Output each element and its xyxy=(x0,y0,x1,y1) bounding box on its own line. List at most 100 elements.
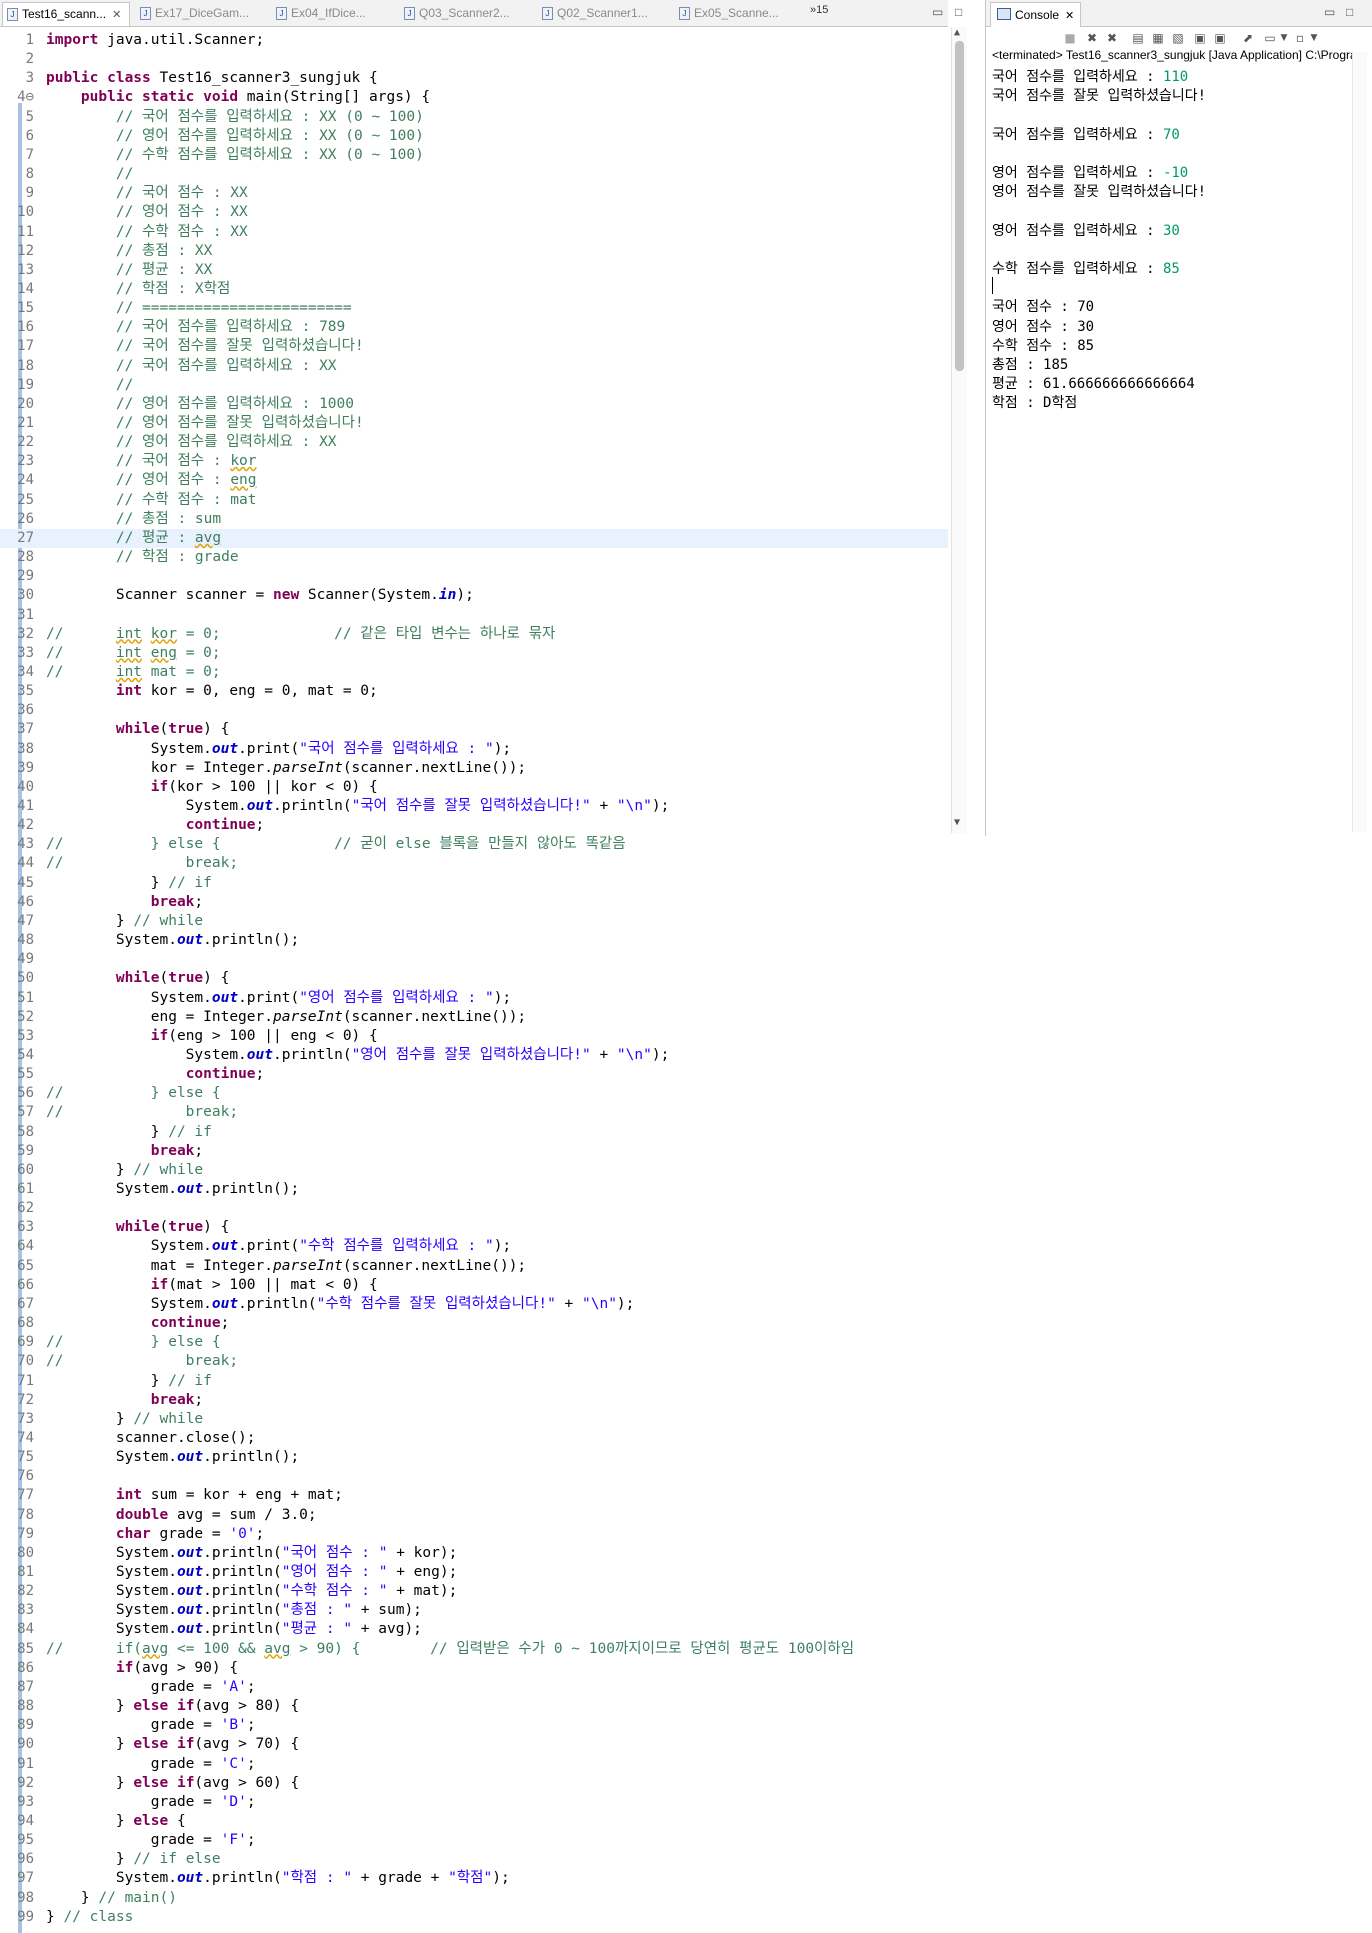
code-line[interactable]: 90 } else if(avg > 70) { xyxy=(0,1735,948,1754)
code-line[interactable]: 61 System.out.println(); xyxy=(0,1180,948,1199)
chevron-down-icon[interactable]: ▼ xyxy=(1306,30,1322,46)
code-line[interactable]: 89 grade = 'B'; xyxy=(0,1716,948,1735)
code-line[interactable]: 97 System.out.println("학점 : " + grade + … xyxy=(0,1869,948,1888)
code-line[interactable]: 22 // 영어 점수를 입력하세요 : XX xyxy=(0,433,948,452)
code-line[interactable]: 95 grade = 'F'; xyxy=(0,1831,948,1850)
scrollbar-thumb[interactable] xyxy=(955,41,964,371)
code-line[interactable]: 80 System.out.println("국어 점수 : " + kor); xyxy=(0,1544,948,1563)
code-line[interactable]: 83 System.out.println("총점 : " + sum); xyxy=(0,1601,948,1620)
code-line[interactable]: 50 while(true) { xyxy=(0,969,948,988)
code-line[interactable]: 74 scanner.close(); xyxy=(0,1429,948,1448)
scroll-lock-icon[interactable]: ▦ xyxy=(1150,30,1166,46)
code-line[interactable]: 2 xyxy=(0,50,948,69)
code-line[interactable]: 59 break; xyxy=(0,1142,948,1161)
code-line[interactable]: 56 // } else { xyxy=(0,1084,948,1103)
code-line[interactable]: 24 // 영어 점수 : eng xyxy=(0,471,948,490)
code-line[interactable]: 13 // 평균 : XX xyxy=(0,261,948,280)
editor-tab-4[interactable]: J Q02_Scanner1... xyxy=(538,2,666,24)
code-line[interactable]: 7 // 수학 점수를 입력하세요 : XX (0 ~ 100) xyxy=(0,146,948,165)
show-on-stdout-icon[interactable]: ▣ xyxy=(1192,30,1208,46)
code-line[interactable]: 57 // break; xyxy=(0,1103,948,1122)
code-line[interactable]: 68 continue; xyxy=(0,1314,948,1333)
code-line[interactable]: 92 } else if(avg > 60) { xyxy=(0,1774,948,1793)
scroll-down-icon[interactable]: ▼ xyxy=(954,817,960,828)
tab-overflow-button[interactable]: »15 xyxy=(810,4,828,16)
code-line[interactable]: 86 if(avg > 90) { xyxy=(0,1659,948,1678)
editor-tab-1[interactable]: J Ex17_DiceGam... xyxy=(136,2,254,24)
code-line[interactable]: 81 System.out.println("영어 점수 : " + eng); xyxy=(0,1563,948,1582)
code-line[interactable]: 15 // ======================== xyxy=(0,299,948,318)
close-icon[interactable]: ✕ xyxy=(1065,10,1074,22)
code-line[interactable]: 94 } else { xyxy=(0,1812,948,1831)
show-on-stderr-icon[interactable]: ▣ xyxy=(1212,30,1228,46)
code-line[interactable]: 35 int kor = 0, eng = 0, mat = 0; xyxy=(0,682,948,701)
word-wrap-icon[interactable]: ▧ xyxy=(1170,30,1186,46)
code-line[interactable]: 72 break; xyxy=(0,1391,948,1410)
code-line[interactable]: 70 // break; xyxy=(0,1352,948,1371)
editor-tab-2[interactable]: J Ex04_IfDice... xyxy=(272,2,390,24)
code-line[interactable]: 41 System.out.println("국어 점수를 잘못 입력하셨습니다… xyxy=(0,797,948,816)
code-line[interactable]: 44 // break; xyxy=(0,854,948,873)
code-line[interactable]: 88 } else if(avg > 80) { xyxy=(0,1697,948,1716)
code-line[interactable]: 42 continue; xyxy=(0,816,948,835)
scroll-up-icon[interactable]: ▲ xyxy=(954,27,960,38)
code-line[interactable]: 67 System.out.println("수학 점수를 잘못 입력하셨습니다… xyxy=(0,1295,948,1314)
code-line[interactable]: 84 System.out.println("평균 : " + avg); xyxy=(0,1620,948,1639)
console-view[interactable]: Console ✕ ▭ □ ■ ✖ ✖ ▤ ▦ ▧ ▣ ▣ ⬈ ▭ ▼ ▫ ▼ <… xyxy=(985,0,1372,836)
code-line[interactable]: 10 // 영어 점수 : XX xyxy=(0,203,948,222)
code-line[interactable]: 40 if(kor > 100 || kor < 0) { xyxy=(0,778,948,797)
code-line[interactable]: 26 // 총점 : sum xyxy=(0,510,948,529)
code-line[interactable]: 96 } // if else xyxy=(0,1850,948,1869)
code-line[interactable]: 3 public class Test16_scanner3_sungjuk { xyxy=(0,69,948,88)
code-line[interactable]: 38 System.out.print("국어 점수를 입력하세요 : "); xyxy=(0,740,948,759)
code-line[interactable]: 55 continue; xyxy=(0,1065,948,1084)
code-line[interactable]: 46 break; xyxy=(0,893,948,912)
code-line[interactable]: 31 xyxy=(0,606,948,625)
code-line[interactable]: 63 while(true) { xyxy=(0,1218,948,1237)
editor-tab-0[interactable]: J Test16_scann... ✕ xyxy=(2,2,130,26)
code-line[interactable]: 51 System.out.print("영어 점수를 입력하세요 : "); xyxy=(0,989,948,1008)
code-line[interactable]: 60 } // while xyxy=(0,1161,948,1180)
code-line[interactable]: 1 import java.util.Scanner; xyxy=(0,31,948,50)
code-line[interactable]: 20 // 영어 점수를 입력하세요 : 1000 xyxy=(0,395,948,414)
code-line[interactable]: 87 grade = 'A'; xyxy=(0,1678,948,1697)
code-line[interactable]: 62 xyxy=(0,1199,948,1218)
code-line[interactable]: 78 double avg = sum / 3.0; xyxy=(0,1506,948,1525)
code-line[interactable]: 30 Scanner scanner = new Scanner(System.… xyxy=(0,586,948,605)
chevron-down-icon[interactable]: ▼ xyxy=(1276,30,1292,46)
code-line[interactable]: 37 while(true) { xyxy=(0,720,948,739)
code-line[interactable]: 76 xyxy=(0,1467,948,1486)
editor-vertical-scrollbar[interactable]: ▲ ▼ xyxy=(951,27,967,833)
maximize-icon[interactable]: □ xyxy=(955,5,962,19)
code-line[interactable]: 47 } // while xyxy=(0,912,948,931)
code-line[interactable]: 98 } // main() xyxy=(0,1889,948,1908)
code-line[interactable]: 79 char grade = '0'; xyxy=(0,1525,948,1544)
code-line[interactable]: 11 // 수학 점수 : XX xyxy=(0,223,948,242)
code-line[interactable]: 69 // } else { xyxy=(0,1333,948,1352)
code-line[interactable]: 75 System.out.println(); xyxy=(0,1448,948,1467)
code-line[interactable]: 91 grade = 'C'; xyxy=(0,1755,948,1774)
code-line[interactable]: 19 // xyxy=(0,376,948,395)
code-line[interactable]: 43 // } else { // 굳이 else 블록을 만들지 않아도 똑같음 xyxy=(0,835,948,854)
code-line[interactable]: 71 } // if xyxy=(0,1372,948,1391)
code-line[interactable]: 99} // class xyxy=(0,1908,948,1927)
code-line[interactable]: 39 kor = Integer.parseInt(scanner.nextLi… xyxy=(0,759,948,778)
minimize-icon[interactable]: ▭ xyxy=(932,5,943,19)
code-line[interactable]: 28 // 학점 : grade xyxy=(0,548,948,567)
code-line[interactable]: 9 // 국어 점수 : XX xyxy=(0,184,948,203)
code-line[interactable]: 23 // 국어 점수 : kor xyxy=(0,452,948,471)
code-line[interactable]: 27 // 평균 : avg xyxy=(0,528,948,548)
code-line[interactable]: 8 // xyxy=(0,165,948,184)
code-line[interactable]: 33 // int eng = 0; xyxy=(0,644,948,663)
code-line[interactable]: 93 grade = 'D'; xyxy=(0,1793,948,1812)
code-line[interactable]: 54 System.out.println("영어 점수를 잘못 입력하셨습니다… xyxy=(0,1046,948,1065)
code-area[interactable]: 1 import java.util.Scanner; 2 3 public class… xyxy=(0,27,948,1933)
code-line[interactable]: 5 // 국어 점수를 입력하세요 : XX (0 ~ 100) xyxy=(0,108,948,127)
code-line[interactable]: 82 System.out.println("수학 점수 : " + mat); xyxy=(0,1582,948,1601)
code-line[interactable]: 12 // 총점 : XX xyxy=(0,242,948,261)
console-vertical-scrollbar[interactable] xyxy=(1352,52,1367,832)
code-line[interactable]: 65 mat = Integer.parseInt(scanner.nextLi… xyxy=(0,1257,948,1276)
code-line[interactable]: 36 xyxy=(0,701,948,720)
code-line[interactable]: 49 xyxy=(0,950,948,969)
code-line[interactable]: 34 // int mat = 0; xyxy=(0,663,948,682)
